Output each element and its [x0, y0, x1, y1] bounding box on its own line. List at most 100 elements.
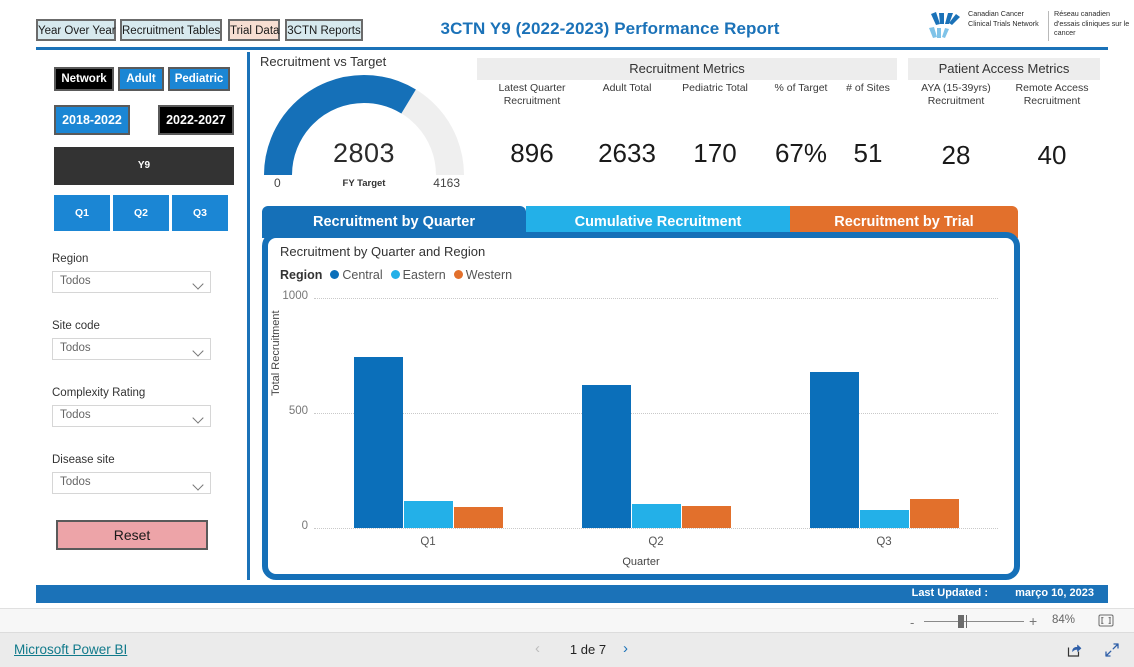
- legend-swatch-icon: [453, 270, 463, 279]
- fit-to-page-icon[interactable]: [1098, 614, 1114, 627]
- chevron-down-icon: [194, 481, 203, 490]
- chevron-right-icon[interactable]: ›: [623, 640, 628, 657]
- nav-button-recruitment-tables[interactable]: Recruitment Tables: [120, 19, 222, 41]
- chart-title: Recruitment by Quarter and Region: [280, 244, 486, 259]
- scope-button-adult[interactable]: Adult: [118, 67, 164, 91]
- share-icon[interactable]: [1066, 642, 1082, 658]
- y-axis-label: Total Recruitment: [270, 310, 282, 396]
- organization-logo: Canadian Cancer Clinical Trials Network …: [928, 9, 1129, 45]
- bar-q3-central[interactable]: [809, 371, 859, 528]
- chevron-left-icon[interactable]: ‹: [535, 640, 540, 657]
- kpi-aya-recruitment: AYA (15-39yrs) Recruitment 28: [908, 82, 1004, 170]
- period-button-2022-2027[interactable]: 2022-2027: [158, 105, 234, 135]
- period-button-2018-2022[interactable]: 2018-2022: [54, 105, 130, 135]
- legend-swatch-icon: [330, 270, 340, 279]
- legend-swatch-icon: [390, 270, 400, 279]
- zoom-slider-tick: [966, 615, 967, 628]
- fullscreen-icon[interactable]: [1104, 642, 1120, 658]
- scope-button-pediatric[interactable]: Pediatric: [168, 67, 230, 91]
- logo-divider: [1048, 11, 1049, 41]
- filter-value-site-code: Todos: [60, 342, 91, 354]
- legend-title: Region: [280, 268, 323, 282]
- nav-button-3ctn-reports[interactable]: 3CTN Reports: [285, 19, 363, 41]
- last-updated-strip: Last Updated : março 10, 2023: [36, 585, 1108, 603]
- kpi-label: Remote Access Recruitment: [1015, 82, 1089, 107]
- reset-button[interactable]: Reset: [56, 520, 208, 550]
- filter-label-region: Region: [52, 253, 89, 265]
- bar-q2-central[interactable]: [581, 385, 631, 528]
- filter-sidebar: Network Adult Pediatric 2018-2022 2022-2…: [36, 52, 248, 580]
- quarter-button-q3[interactable]: Q3: [172, 195, 228, 231]
- kpi-value: 896: [510, 138, 554, 168]
- nav-button-year-over-year[interactable]: Year Over Year: [36, 19, 116, 41]
- bar-q1-eastern[interactable]: [403, 500, 453, 528]
- filter-label-site-code: Site code: [52, 320, 100, 332]
- logo-text-french: Réseau canadien d'essais cliniques sur l…: [1054, 9, 1130, 38]
- year-button-y9[interactable]: Y9: [54, 147, 234, 185]
- kpi-label: Latest Quarter Recruitment: [498, 82, 566, 107]
- header-divider: [36, 47, 1108, 50]
- last-updated-label: Last Updated :: [911, 587, 988, 599]
- app-bottom-bar: Microsoft Power BI ‹ 1 de 7 ›: [0, 633, 1134, 667]
- kpi-percent-of-target: % of Target 67%: [765, 82, 837, 168]
- filter-dropdown-complexity-rating[interactable]: Todos: [52, 405, 211, 427]
- kpi-label: % of Target: [774, 82, 828, 94]
- page-navigator: ‹ 1 de 7 ›: [535, 640, 645, 660]
- last-updated-value: março 10, 2023: [1015, 587, 1094, 599]
- filter-dropdown-region[interactable]: Todos: [52, 271, 211, 293]
- legend-item-central[interactable]: Central: [330, 268, 383, 282]
- kpi-value: 51: [853, 138, 883, 168]
- plot-area: Total Recruitment 0 500 1000 Q1 Q2 Q3 Quarter: [268, 288, 1014, 574]
- power-bi-link[interactable]: Microsoft Power BI: [14, 642, 127, 657]
- kpi-label: Adult Total: [602, 82, 652, 94]
- filter-label-complexity-rating: Complexity Rating: [52, 387, 146, 399]
- zoom-slider-track[interactable]: [924, 621, 1024, 622]
- x-axis-tick-q3: Q3: [876, 536, 892, 548]
- kpi-value: 40: [1037, 140, 1067, 170]
- report-top-bar: Year Over Year Recruitment Tables Trial …: [0, 0, 1134, 48]
- patient-access-metrics-card: Patient Access Metrics AYA (15-39yrs) Re…: [908, 58, 1100, 178]
- scope-button-network[interactable]: Network: [54, 67, 114, 91]
- zoom-bar: - + 84%: [0, 608, 1134, 633]
- filter-label-disease-site: Disease site: [52, 454, 115, 466]
- legend-label: Central: [342, 268, 383, 282]
- nav-button-trial-data[interactable]: Trial Data: [228, 19, 280, 41]
- filter-dropdown-site-code[interactable]: Todos: [52, 338, 211, 360]
- kpi-latest-quarter-recruitment: Latest Quarter Recruitment 896: [477, 82, 587, 168]
- zoom-in-button[interactable]: +: [1029, 613, 1037, 629]
- kpi-value: 170: [693, 138, 737, 168]
- bar-q1-central[interactable]: [353, 356, 403, 528]
- bar-q3-western[interactable]: [909, 498, 959, 528]
- y-axis-tick: 500: [288, 405, 308, 417]
- grid-line: [314, 528, 998, 529]
- filter-dropdown-disease-site[interactable]: Todos: [52, 472, 211, 494]
- bar-q2-eastern[interactable]: [631, 503, 681, 528]
- legend-item-western[interactable]: Western: [453, 268, 512, 282]
- report-canvas: Year Over Year Recruitment Tables Trial …: [0, 0, 1134, 608]
- bar-q2-western[interactable]: [681, 506, 731, 528]
- recruitment-metrics-heading: Recruitment Metrics: [477, 58, 897, 80]
- chevron-down-icon: [194, 414, 203, 423]
- zoom-out-button[interactable]: -: [910, 615, 914, 630]
- grid-line: [314, 413, 998, 414]
- kpi-remote-access-recruitment: Remote Access Recruitment 40: [1004, 82, 1100, 170]
- legend-label: Eastern: [402, 268, 446, 282]
- quarter-button-q1[interactable]: Q1: [54, 195, 110, 231]
- bar-q3-eastern[interactable]: [859, 510, 909, 528]
- kpi-label: # of Sites: [846, 82, 890, 94]
- bar-chart: Recruitment by Quarter and Region Region…: [268, 238, 1014, 574]
- y-axis-tick: 0: [301, 520, 308, 532]
- kpi-value: 28: [941, 140, 971, 170]
- chart-legend: Region Central Eastern Western: [280, 268, 520, 284]
- zoom-slider-thumb[interactable]: [958, 615, 964, 628]
- x-axis-tick-q2: Q2: [648, 536, 664, 548]
- gauge-value: 2803: [332, 138, 396, 168]
- legend-item-eastern[interactable]: Eastern: [390, 268, 446, 282]
- gauge-title: Recruitment vs Target: [260, 54, 387, 69]
- x-axis-label: Quarter: [622, 556, 660, 568]
- grid-line: [314, 298, 998, 299]
- kpi-label: Pediatric Total: [682, 82, 748, 94]
- page-indicator-label: 1 de 7: [569, 642, 607, 657]
- quarter-button-q2[interactable]: Q2: [113, 195, 169, 231]
- bar-q1-western[interactable]: [453, 506, 503, 528]
